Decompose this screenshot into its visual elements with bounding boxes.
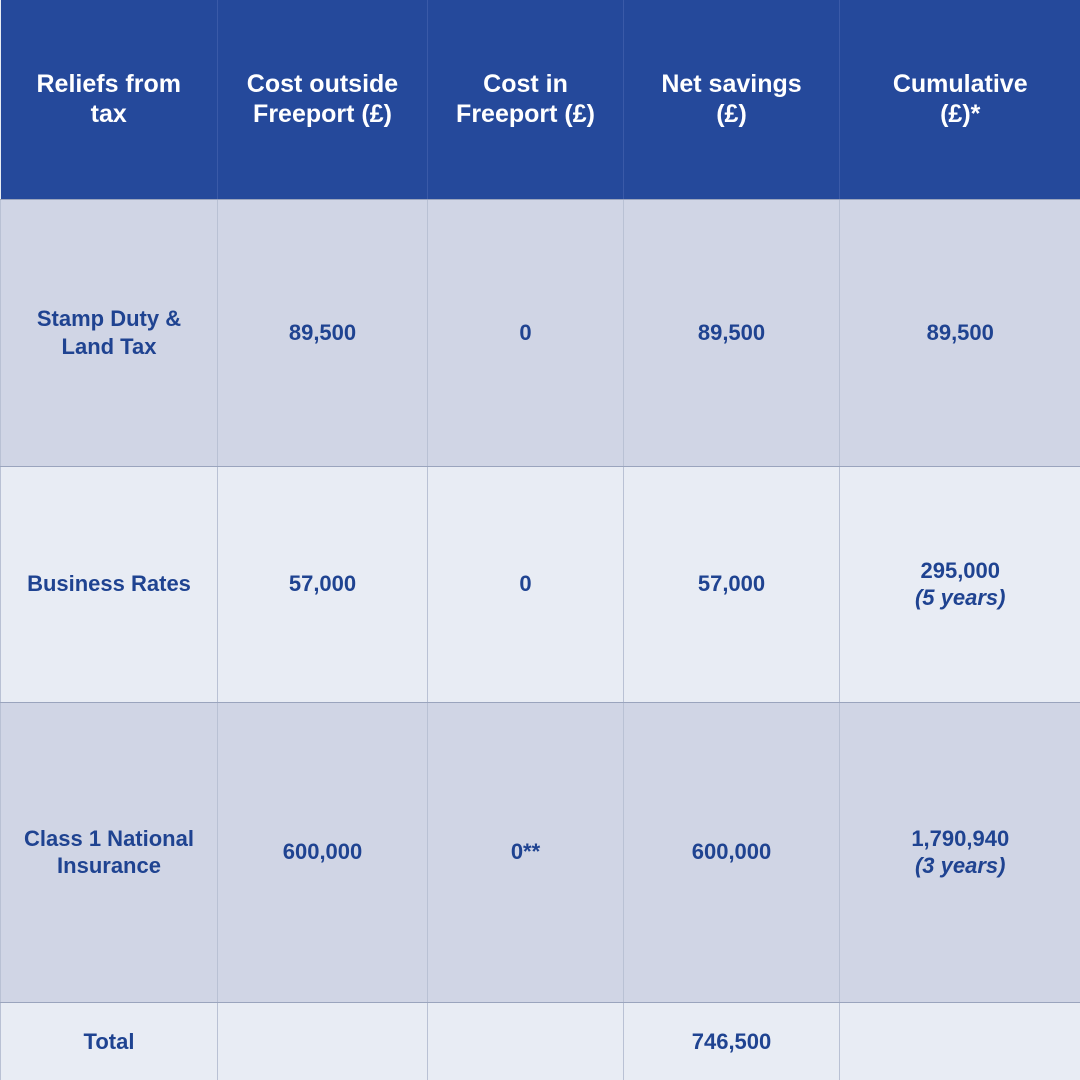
cell-cost-in-freeport: 0** xyxy=(427,702,624,1003)
cell-total-cumulative xyxy=(839,1002,1080,1080)
cumulative-value: 89,500 xyxy=(926,319,994,345)
header-line-2: (£)* xyxy=(940,100,981,129)
cell-cost-in-freeport: 0 xyxy=(427,199,624,467)
cumulative-value: 295,000 xyxy=(920,557,1001,583)
cell-net-savings: 89,500 xyxy=(623,199,840,467)
cell-cumulative: 295,000 (5 years) xyxy=(839,466,1080,703)
cell-cost-outside-freeport: 57,000 xyxy=(217,466,428,703)
cell-total-cost-in-freeport xyxy=(427,1002,624,1080)
header-line-2: tax xyxy=(90,100,127,129)
cell-net-savings: 600,000 xyxy=(623,702,840,1003)
column-header-cost-in-freeport: Cost in Freeport (£) xyxy=(427,0,624,200)
header-line-2: Freeport (£) xyxy=(253,100,392,129)
table-row-class-1-national-insurance: Class 1 National Insurance 600,000 0** 6… xyxy=(0,702,1080,1003)
cumulative-period-note: (5 years) xyxy=(914,585,1006,610)
cumulative-value: 1,790,940 xyxy=(911,825,1010,851)
header-line-1: Cost in xyxy=(483,70,568,99)
table-row-business-rates: Business Rates 57,000 0 57,000 295,000 (… xyxy=(0,466,1080,703)
header-line-1: Net savings xyxy=(661,70,802,99)
header-line-2: Freeport (£) xyxy=(456,100,595,129)
cell-total-net-savings: 746,500 xyxy=(623,1002,840,1080)
cell-relief-name: Class 1 National Insurance xyxy=(0,702,218,1003)
cell-cost-in-freeport: 0 xyxy=(427,466,624,703)
cell-cost-outside-freeport: 89,500 xyxy=(217,199,428,467)
cell-cumulative: 1,790,940 (3 years) xyxy=(839,702,1080,1003)
column-header-cost-outside-freeport: Cost outside Freeport (£) xyxy=(217,0,428,200)
column-header-reliefs-from-tax: Reliefs from tax xyxy=(0,0,218,200)
relief-name-line-2: Insurance xyxy=(57,853,161,878)
cell-relief-name: Business Rates xyxy=(0,466,218,703)
cell-cumulative: 89,500 xyxy=(839,199,1080,467)
cell-total-cost-outside-freeport xyxy=(217,1002,428,1080)
relief-name-line-2: Land Tax xyxy=(61,333,157,359)
header-line-1: Reliefs from xyxy=(36,70,181,99)
relief-name-line-1: Class 1 National xyxy=(24,825,194,851)
cell-relief-name: Stamp Duty & Land Tax xyxy=(0,199,218,467)
cell-total-label: Total xyxy=(0,1002,218,1080)
freeport-tax-reliefs-table: Reliefs from tax Cost outside Freeport (… xyxy=(0,0,1080,1080)
table-body: Stamp Duty & Land Tax 89,500 0 89,500 89… xyxy=(0,199,1080,1080)
table-row-stamp-duty-land-tax: Stamp Duty & Land Tax 89,500 0 89,500 89… xyxy=(0,199,1080,467)
table-row-total: Total 746,500 xyxy=(0,1002,1080,1080)
header-line-1: Cost outside xyxy=(246,70,399,99)
relief-name-line-1: Business Rates xyxy=(27,571,191,597)
cell-cost-outside-freeport: 600,000 xyxy=(217,702,428,1003)
table-header: Reliefs from tax Cost outside Freeport (… xyxy=(0,0,1080,200)
cell-net-savings: 57,000 xyxy=(623,466,840,703)
header-line-2: (£) xyxy=(716,100,747,129)
relief-name-line-1: Stamp Duty & xyxy=(36,306,182,331)
header-line-1: Cumulative xyxy=(892,70,1028,99)
cumulative-period-note: (3 years) xyxy=(914,853,1006,878)
header-row: Reliefs from tax Cost outside Freeport (… xyxy=(0,0,1080,200)
column-header-cumulative: Cumulative (£)* xyxy=(839,0,1080,200)
column-header-net-savings: Net savings (£) xyxy=(623,0,840,200)
